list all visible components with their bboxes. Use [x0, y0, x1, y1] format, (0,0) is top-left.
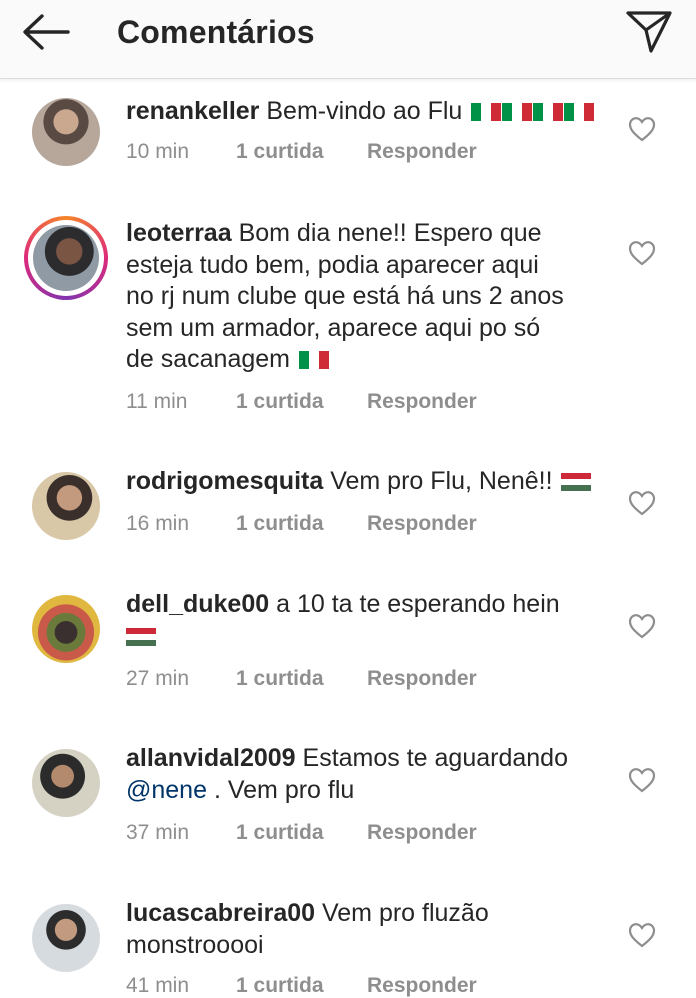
comment-text: dell_duke00 a 10 ta te esperando hein [126, 589, 606, 652]
likes-count[interactable]: 1 curtida [236, 821, 324, 845]
likes-count[interactable]: 1 curtida [236, 512, 324, 536]
comment-text: rodrigomesquita Vem pro Flu, Nenê!! [126, 466, 606, 498]
comment-time: 16 min [126, 512, 190, 535]
comment-time: 11 min [126, 390, 188, 413]
heart-icon [628, 117, 656, 142]
reply-button[interactable]: Responder [367, 512, 477, 536]
comment-body: a 10 ta te esperando hein [276, 590, 560, 618]
comment-item: renankeller Bem-vindo ao Flu 10 min 1 cu… [0, 96, 696, 196]
comment-body-line: sem um armador, aparece aqui po só [126, 313, 541, 342]
avatar[interactable] [30, 593, 102, 665]
likes-count[interactable]: 1 curtida [236, 140, 324, 164]
comment-username[interactable]: renankeller [126, 97, 259, 125]
italy-flag-icon [298, 350, 329, 370]
comment-body-line: Bom dia nene!! Espero que [238, 219, 542, 247]
heart-icon [628, 768, 656, 793]
comment-username[interactable]: leoterraa [126, 219, 232, 247]
comment-username[interactable]: allanvidal2009 [126, 744, 296, 772]
like-button[interactable] [628, 490, 656, 516]
comment-time: 41 min [126, 974, 190, 997]
back-button[interactable] [20, 12, 72, 54]
comment-text: lucascabreira00 Vem pro fluzão monstrooo… [126, 898, 606, 961]
comment-text: allanvidal2009 Estamos te aguardando @ne… [126, 743, 606, 806]
avatar[interactable] [30, 747, 102, 819]
comment-body: Vem pro fluzão [321, 899, 489, 927]
top-bar: Comentários [0, 0, 696, 79]
hungary-flag-icon [126, 627, 156, 647]
heart-icon [628, 241, 656, 266]
like-button[interactable] [628, 240, 656, 266]
comment-text: renankeller Bem-vindo ao Flu [126, 96, 606, 128]
italy-flag-icon [471, 102, 595, 122]
comment-body-line: esteja tudo bem, podia aparecer aqui [126, 250, 539, 279]
comment-text: leoterraa Bom dia nene!! Espero que este… [126, 218, 606, 376]
heart-icon [628, 491, 656, 516]
comment-body-line: monstrooooi [126, 930, 264, 959]
heart-icon [628, 923, 656, 948]
arrow-left-icon [23, 14, 70, 50]
share-button[interactable] [624, 8, 674, 56]
like-button[interactable] [628, 922, 656, 948]
avatar[interactable] [30, 902, 102, 974]
comment-body: Estamos te aguardando [302, 744, 568, 772]
reply-button[interactable]: Responder [367, 974, 477, 998]
like-button[interactable] [628, 613, 656, 639]
mention-link[interactable]: @nene [126, 776, 207, 804]
reply-button[interactable]: Responder [367, 390, 477, 414]
story-ring [24, 216, 108, 300]
heart-icon [628, 614, 656, 639]
hungary-flag-icon [561, 472, 592, 492]
comment-time: 37 min [126, 821, 190, 844]
comment-item: allanvidal2009 Estamos te aguardando @ne… [0, 743, 696, 853]
comment-body-line: no rj num clube que está há uns 2 anos [126, 282, 564, 310]
comment-body: Bem-vindo ao Flu [266, 97, 463, 125]
likes-count[interactable]: 1 curtida [236, 974, 324, 998]
comment-item: rodrigomesquita Vem pro Flu, Nenê!! 16 m… [0, 466, 696, 556]
comment-time: 10 min [126, 140, 190, 163]
likes-count[interactable]: 1 curtida [236, 390, 324, 414]
comment-body-line: de sacanagem [126, 345, 291, 373]
like-button[interactable] [628, 116, 656, 142]
avatar[interactable] [24, 216, 108, 300]
paper-plane-icon [626, 11, 672, 53]
like-button[interactable] [628, 767, 656, 793]
avatar[interactable] [30, 470, 102, 542]
reply-button[interactable]: Responder [367, 140, 477, 164]
avatar[interactable] [30, 96, 102, 168]
comment-item: dell_duke00 a 10 ta te esperando hein 27… [0, 589, 696, 699]
comment-time: 27 min [126, 667, 190, 690]
page-title: Comentários [117, 14, 315, 50]
comment-item: leoterraa Bom dia nene!! Espero que este… [0, 216, 696, 418]
comment-username[interactable]: rodrigomesquita [126, 467, 323, 495]
comment-username[interactable]: dell_duke00 [126, 590, 269, 618]
comment-username[interactable]: lucascabreira00 [126, 899, 315, 927]
reply-button[interactable]: Responder [367, 667, 477, 691]
comment-body: Vem pro Flu, Nenê!! [330, 467, 553, 495]
reply-button[interactable]: Responder [367, 821, 477, 845]
comment-item: lucascabreira00 Vem pro fluzão monstrooo… [0, 898, 696, 997]
comment-body-after: . Vem pro flu [213, 775, 355, 804]
likes-count[interactable]: 1 curtida [236, 667, 324, 691]
